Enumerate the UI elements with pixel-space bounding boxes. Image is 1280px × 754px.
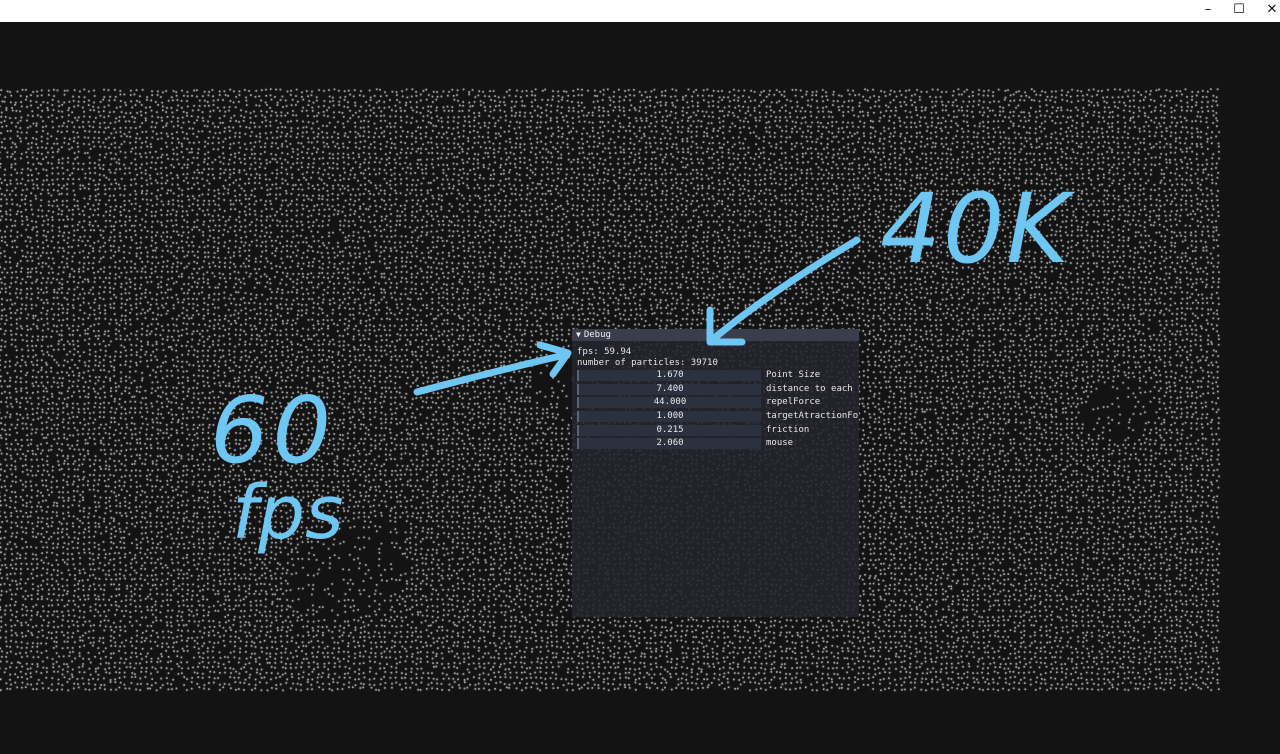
slider-row-friction: 0.215 friction bbox=[572, 424, 859, 438]
point-size-slider[interactable]: 1.670 bbox=[577, 370, 761, 381]
fps-readout: fps: 59.94 bbox=[577, 347, 632, 357]
debug-titlebar[interactable]: ▼ Debug bbox=[572, 329, 859, 341]
target-attraction-label: targetAtractionFor bbox=[766, 411, 859, 422]
distance-slider[interactable]: 7.400 bbox=[577, 383, 761, 395]
target-attraction-slider[interactable]: 1.000 bbox=[577, 411, 761, 423]
repel-force-label: repelForce bbox=[766, 397, 821, 408]
mouse-label: mouse bbox=[766, 438, 794, 449]
window-titlebar: – ☐ ✕ bbox=[0, 0, 1280, 22]
minimize-button[interactable]: – bbox=[1193, 0, 1223, 22]
particle-count-readout: number of particles: 39710 bbox=[577, 358, 718, 368]
mouse-slider[interactable]: 2.060 bbox=[577, 438, 761, 450]
slider-row-repel-force: 44.000 repelForce bbox=[572, 396, 859, 410]
friction-label: friction bbox=[766, 424, 810, 435]
maximize-button[interactable]: ☐ bbox=[1224, 0, 1254, 22]
slider-row-point-size: 1.670 Point Size bbox=[572, 369, 859, 383]
close-button[interactable]: ✕ bbox=[1257, 0, 1280, 22]
debug-title: Debug bbox=[583, 330, 611, 340]
repel-force-slider[interactable]: 44.000 bbox=[577, 397, 761, 409]
slider-row-distance: 7.400 distance to each o bbox=[572, 383, 859, 397]
friction-slider[interactable]: 0.215 bbox=[577, 424, 761, 436]
debug-window[interactable]: ▼ Debug fps: 59.94 number of particles: 3… bbox=[572, 329, 859, 617]
slider-row-target-attraction: 1.000 targetAtractionFor bbox=[572, 410, 859, 424]
slider-row-mouse: 2.060 mouse bbox=[572, 437, 859, 451]
collapse-triangle-icon[interactable]: ▼ bbox=[576, 329, 581, 341]
point-size-label: Point Size bbox=[766, 370, 821, 380]
distance-label: distance to each o bbox=[766, 383, 859, 394]
